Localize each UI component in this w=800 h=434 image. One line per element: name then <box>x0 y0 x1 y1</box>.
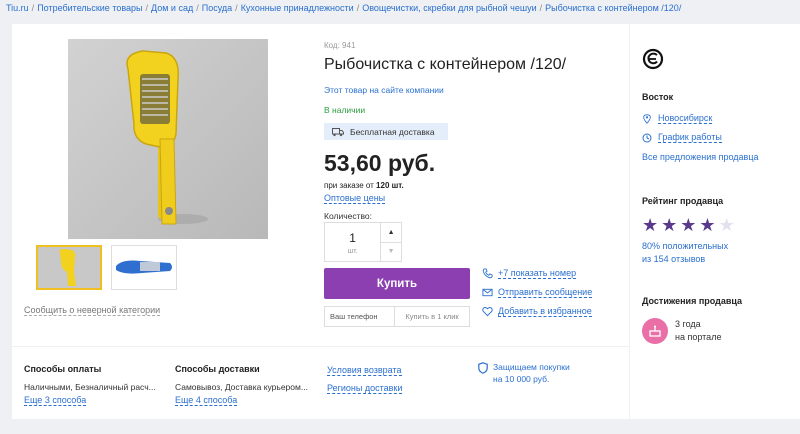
clock-icon <box>642 133 652 142</box>
cake-glyph <box>649 325 661 337</box>
heart-icon <box>482 307 493 317</box>
phone-input[interactable]: Ваш телефон <box>325 307 395 326</box>
positive-percent: 80% положительных <box>642 241 729 251</box>
quantity-input[interactable]: 1 шт. <box>325 223 380 261</box>
truck-icon <box>332 127 344 136</box>
add-favorite-action[interactable]: Добавить в избранное <box>482 306 592 317</box>
min-order-prefix: при заказе от <box>324 181 374 190</box>
star-filled-icon: ★ <box>680 215 697 235</box>
purchase-info-strip: Способы оплаты Наличными, Безналичный ра… <box>12 347 629 419</box>
chevron-up-icon[interactable]: ▲ <box>381 223 401 242</box>
breadcrumb-link[interactable]: Рыбочистка с контейнером /120/ <box>545 3 681 13</box>
star-filled-icon: ★ <box>642 215 659 235</box>
send-message-link[interactable]: Отправить сообщение <box>498 287 593 298</box>
achievements-title: Достижения продавца <box>642 296 743 306</box>
thumbnail-1[interactable] <box>36 245 102 290</box>
return-policy-link[interactable]: Условия возврата <box>327 365 402 376</box>
seller-city[interactable]: Новосибирск <box>642 113 713 124</box>
min-order-value: 120 шт. <box>376 181 404 190</box>
thumbnail-image <box>38 247 100 288</box>
free-shipping-label: Бесплатная доставка <box>350 126 435 137</box>
more-delivery-methods-link[interactable]: Еще 4 способа <box>175 395 238 406</box>
achievement-text: 3 года на портале <box>675 318 721 344</box>
quantity-stepper[interactable]: 1 шт. ▲ ▼ <box>324 222 402 262</box>
page-title: Рыбочистка с контейнером /120/ <box>324 56 567 73</box>
payment-methods-text: Наличными, Безналичный расч... <box>24 382 156 392</box>
delivery-methods-text: Самовывоз, Доставка курьером... <box>175 382 308 392</box>
send-message-action[interactable]: Отправить сообщение <box>482 287 593 298</box>
show-phone-link[interactable]: +7 показать номер <box>498 268 577 279</box>
envelope-icon <box>482 288 493 297</box>
rating-title: Рейтинг продавца <box>642 196 724 206</box>
one-click-form: Ваш телефон Купить в 1 клик <box>324 306 470 327</box>
delivery-regions-link[interactable]: Регионы доставки <box>327 383 403 394</box>
phone-icon <box>482 268 493 279</box>
product-price: 53,60 руб. <box>324 150 436 176</box>
company-site-link[interactable]: Этот товар на сайте компании <box>324 85 444 95</box>
payment-methods-title: Способы оплаты <box>24 364 102 374</box>
star-filled-icon: ★ <box>699 215 716 235</box>
achievement-years: 3 года <box>675 319 701 329</box>
seller-schedule[interactable]: График работы <box>642 132 722 143</box>
positive-reviews-link[interactable]: 80% положительных из 154 отзывов <box>642 240 728 266</box>
rating-stars: ★ ★ ★ ★ ★ <box>642 216 735 234</box>
breadcrumb-link[interactable]: Посуда <box>202 3 232 13</box>
product-photo[interactable] <box>68 39 268 239</box>
quantity-unit: шт. <box>347 248 358 255</box>
review-count: из 154 отзывов <box>642 254 706 264</box>
all-offers-link[interactable]: Все предложения продавца <box>642 152 759 162</box>
shield-icon <box>478 362 488 374</box>
add-favorite-link[interactable]: Добавить в избранное <box>498 306 592 317</box>
thumbnail-2[interactable] <box>111 245 177 290</box>
buy-button[interactable]: Купить <box>324 268 470 299</box>
wholesale-prices-link[interactable]: Оптовые цены <box>324 193 386 204</box>
chevron-down-icon[interactable]: ▼ <box>381 241 401 262</box>
fish-scaler-image <box>68 39 268 239</box>
schedule-link[interactable]: График работы <box>658 132 722 143</box>
free-shipping-badge: Бесплатная доставка <box>324 123 448 140</box>
cake-icon <box>642 318 668 344</box>
quantity-value: 1 <box>349 231 356 245</box>
breadcrumb-link[interactable]: Потребительские товары <box>37 3 142 13</box>
star-empty-icon: ★ <box>718 215 735 235</box>
breadcrumb: Tiu.ru / Потребительские товары / Дом и сад /… <box>6 3 682 13</box>
quantity-label: Количество: <box>324 211 373 221</box>
seller-logo-icon[interactable] <box>642 48 664 70</box>
thumbnail-image <box>112 246 176 289</box>
achievement-label: на портале <box>675 332 722 342</box>
report-category-link[interactable]: Сообщить о неверной категории <box>24 305 161 316</box>
protection-line-2: на 10 000 руб. <box>493 374 550 384</box>
breadcrumb-link[interactable]: Овощечистки, скребки для рыбной чешуи <box>362 3 536 13</box>
quantity-arrows: ▲ ▼ <box>380 223 401 261</box>
seller-name[interactable]: Восток <box>642 92 673 102</box>
breadcrumb-link[interactable]: Кухонные принадлежности <box>241 3 354 13</box>
product-code: Код: 941 <box>324 41 356 50</box>
more-payment-methods-link[interactable]: Еще 3 способа <box>24 395 87 406</box>
seller-city-link[interactable]: Новосибирск <box>658 113 713 124</box>
min-order-note: при заказе от 120 шт. <box>324 181 404 190</box>
stock-status: В наличии <box>324 105 366 115</box>
delivery-methods-title: Способы доставки <box>175 364 260 374</box>
one-click-buy-button[interactable]: Купить в 1 клик <box>395 312 469 321</box>
star-filled-icon: ★ <box>661 215 678 235</box>
protection-line-1: Защищаем покупки <box>493 362 570 372</box>
show-phone-action[interactable]: +7 показать номер <box>482 268 577 279</box>
breadcrumb-link[interactable]: Tiu.ru <box>6 3 29 13</box>
product-card: Сообщить о неверной категории Код: 941 Р… <box>12 24 629 346</box>
seller-sidebar: Восток Новосибирск График работы Все пре… <box>630 24 800 419</box>
location-pin-icon <box>643 113 651 124</box>
breadcrumb-link[interactable]: Дом и сад <box>151 3 193 13</box>
